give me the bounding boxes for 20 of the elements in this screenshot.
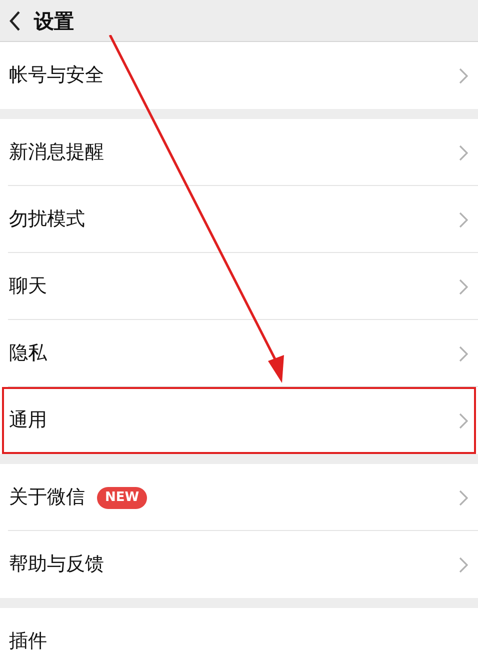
settings-item[interactable]: 聊天 [9,272,47,301]
settings-item[interactable]: 帮助与反馈 [9,550,104,579]
settings-item[interactable]: 插件 [9,627,47,656]
back-icon[interactable] [8,10,22,32]
chevron-icon [459,490,468,506]
chevron-icon [459,68,468,84]
settings-item[interactable]: 新消息提醒 [9,138,104,167]
settings-item[interactable]: 勿扰模式 [9,205,85,234]
chevron-icon [459,144,468,160]
chevron-icon [459,556,468,572]
chevron-icon [459,412,468,428]
settings-item[interactable]: 关于微信 [9,483,85,512]
settings-item[interactable]: 隐私 [9,339,47,368]
settings-item[interactable]: 通用 [9,406,47,435]
chevron-icon [459,212,468,228]
chevron-icon [459,346,468,362]
page-title: 设置 [34,8,74,34]
new-badge: NEW [97,486,148,508]
chevron-icon [459,278,468,294]
settings-item[interactable]: 帐号与安全 [9,61,104,90]
